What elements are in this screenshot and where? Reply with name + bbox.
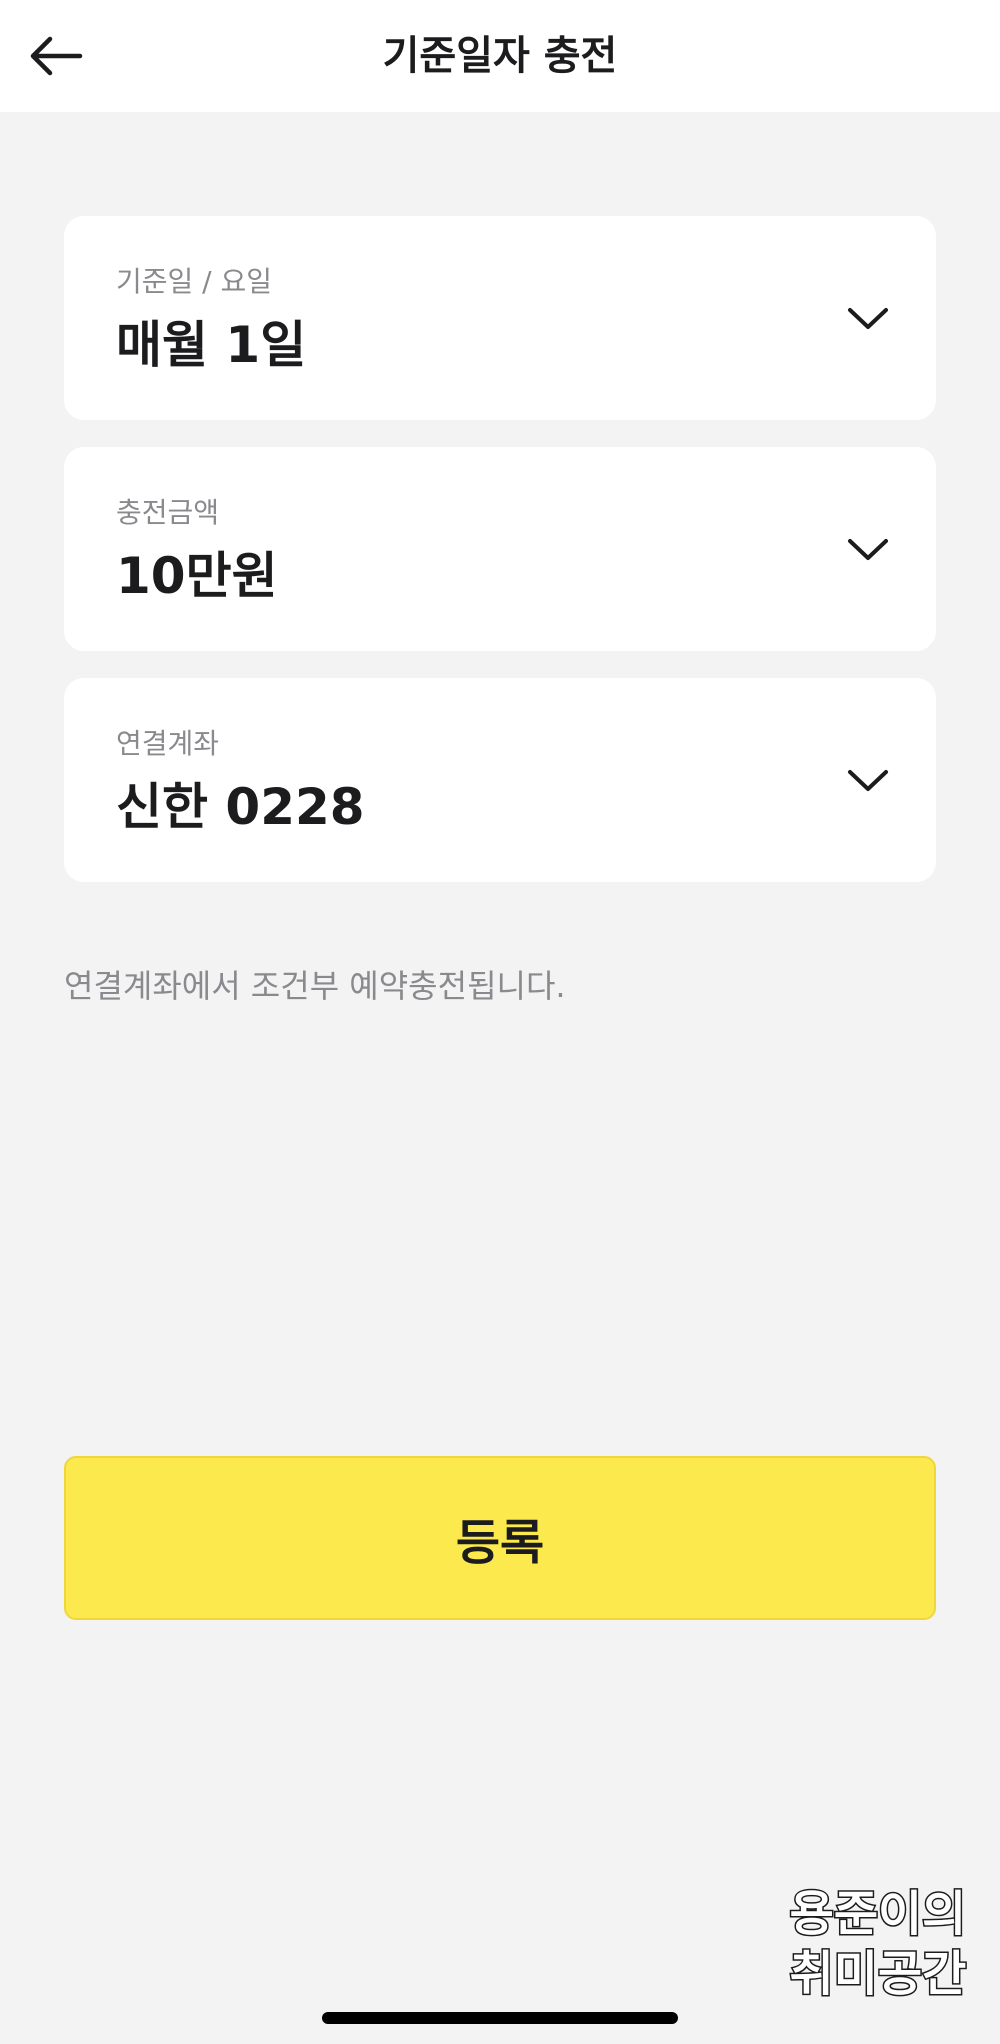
account-value: 신한 0228 [116,778,365,836]
home-indicator [322,2012,678,2024]
chevron-down-icon [848,308,888,329]
date-select[interactable]: 기준일 / 요일 매월 1일 [64,216,936,420]
date-value: 매월 1일 [116,316,307,374]
date-label: 기준일 / 요일 [116,265,273,298]
amount-label: 충전금액 [116,496,220,529]
amount-value: 10만원 [116,547,278,605]
account-label: 연결계좌 [116,727,220,760]
watermark-line1: 용준이의 [788,1885,968,1944]
chevron-down-icon [848,539,888,560]
notice-text: 연결계좌에서 조건부 예약충전됩니다. [64,967,566,1005]
watermark-line2: 취미공간 [788,1945,968,2004]
account-select[interactable]: 연결계좌 신한 0228 [64,678,936,882]
register-button[interactable]: 등록 [64,1456,936,1620]
amount-select[interactable]: 충전금액 10만원 [64,447,936,651]
app-header: 기준일자 충전 [0,0,1000,112]
chevron-down-icon [848,770,888,791]
watermark: 용준이의 취미공간 [778,1884,978,2004]
page-title: 기준일자 충전 [382,33,618,79]
